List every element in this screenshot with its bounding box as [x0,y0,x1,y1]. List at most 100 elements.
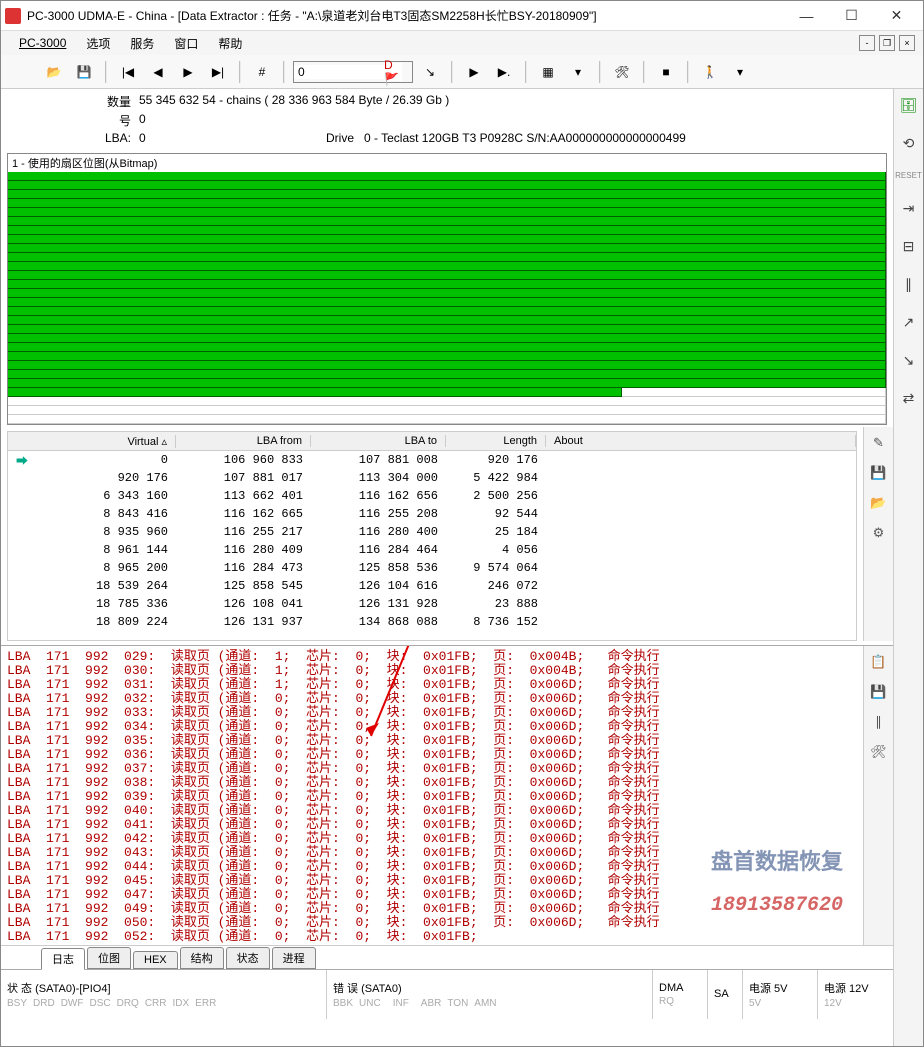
toolbar-next-icon[interactable]: ▶ [175,59,201,85]
minimize-button[interactable]: ― [784,2,829,30]
new-doc-icon[interactable]: ✎ [869,433,889,453]
bitmap-row[interactable] [8,370,886,379]
log-tool-icon[interactable]: 🛠 [869,742,889,762]
menu-pc3000[interactable]: PC-3000 [9,34,76,52]
bitmap-row[interactable] [8,271,886,280]
bitmap-row[interactable] [8,235,886,244]
log-copy-icon[interactable]: 📋 [869,652,889,672]
toolbar-gridview-icon[interactable]: ▦ [535,59,561,85]
bitmap-row[interactable] [8,379,886,388]
bitmap-row[interactable] [8,316,886,325]
bitmap-row[interactable] [8,307,886,316]
config-icon[interactable]: ⚙ [869,523,889,543]
bitmap-row[interactable] [8,361,886,370]
maximize-button[interactable]: ☐ [829,2,874,30]
tab-status[interactable]: 状态 [226,947,270,969]
toolbar-tools-icon[interactable]: 🛠 [609,59,635,85]
bitmap-row[interactable] [8,199,886,208]
address-field[interactable] [294,65,384,79]
toolbar-exit-icon[interactable]: 🚶 [697,59,723,85]
toolbar-address-input[interactable]: D🚩 [293,61,413,83]
bitmap-row[interactable] [8,298,886,307]
col-lbato[interactable]: LBA to [311,435,446,447]
flag-icon[interactable]: D🚩 [384,63,402,81]
menu-help[interactable]: 帮助 [208,33,252,54]
table-row[interactable]: 6 343 160113 662 401116 162 6562 500 256 [8,487,856,505]
bitmap-row[interactable] [8,217,886,226]
tab-process[interactable]: 进程 [272,947,316,969]
close-button[interactable]: ✕ [874,2,919,30]
side-arrow-icon[interactable]: ↘ [899,350,919,370]
tab-log[interactable]: 日志 [41,948,85,970]
table-row[interactable]: 8 961 144116 280 409116 284 4644 056 [8,541,856,559]
menu-service[interactable]: 服务 [120,33,164,54]
bitmap-row[interactable] [8,325,886,334]
bitmap-row[interactable] [8,289,886,298]
col-virtual[interactable]: Virtual ▵ [26,435,176,448]
bitmap-row[interactable] [8,253,886,262]
bitmap-row[interactable] [8,208,886,217]
toolbar-open-icon[interactable]: 📂 [41,59,67,85]
col-length[interactable]: Length [446,435,546,447]
bitmap-row[interactable] [8,343,886,352]
col-about[interactable]: About [546,435,856,447]
toolbar-play-icon[interactable]: ▶ [461,59,487,85]
bitmap-row[interactable] [8,352,886,361]
side-tool1-icon[interactable]: ⇥ [899,198,919,218]
bitmap-row[interactable] [8,181,886,190]
side-tool2-icon[interactable]: ⊟ [899,236,919,256]
table-row[interactable]: 8 843 416116 162 665116 255 20892 544 [8,505,856,523]
col-lbafrom[interactable]: LBA from [176,435,311,447]
save-disk-icon[interactable]: 💾 [869,463,889,483]
toolbar-dropdown-icon[interactable]: ▾ [565,59,591,85]
menu-window[interactable]: 窗口 [164,33,208,54]
bitmap-row[interactable] [8,244,886,253]
child-minimize-icon[interactable]: - [859,35,875,51]
toolbar-first-icon[interactable]: |◀ [115,59,141,85]
menu-options[interactable]: 选项 [76,33,120,54]
log-save-icon[interactable]: 💾 [869,682,889,702]
bitmap-row[interactable] [8,334,886,343]
db-refresh-icon[interactable]: 🗄 [899,95,919,115]
table-row[interactable]: 8 965 200116 284 473125 858 5369 574 064 [8,559,856,577]
bitmap-row[interactable] [8,190,886,199]
toolbar-playalt-icon[interactable]: ▶. [491,59,517,85]
bitmap-row[interactable] [8,406,886,415]
bitmap-panel[interactable]: 1 - 使用的扇区位图(从Bitmap) [7,153,887,425]
reset-icon[interactable]: ⟲ [899,133,919,153]
toolbar-save-icon[interactable]: 💾 [71,59,97,85]
toolbar-last-icon[interactable]: ▶| [205,59,231,85]
side-pause-icon[interactable]: ∥ [899,274,919,294]
side-connect-icon[interactable]: ⇄ [899,388,919,408]
table-row[interactable]: 18 539 264125 858 545126 104 616246 072 [8,577,856,595]
bitmap-row[interactable] [8,397,886,406]
table-row[interactable]: ⮕0106 960 833107 881 008920 176 [8,451,856,469]
log-pane[interactable]: LBA 171 992 029: 读取页 (通道: 1; 芯片: 0; 块: 0… [1,646,863,945]
bitmap-row[interactable] [8,226,886,235]
tab-bitmap[interactable]: 位图 [87,947,131,969]
side-share-icon[interactable]: ↗ [899,312,919,332]
toolbar-dropdown2-icon[interactable]: ▾ [727,59,753,85]
bitmap-row[interactable] [8,262,886,271]
open-folder-icon[interactable]: 📂 [869,493,889,513]
log-pause-icon[interactable]: ∥ [869,712,889,732]
bitmap-row[interactable] [8,388,886,397]
toolbar-go-icon[interactable]: ↘ [417,59,443,85]
bitmap-row[interactable] [8,280,886,289]
table-row[interactable]: 18 809 224126 131 937134 868 0888 736 15… [8,613,856,631]
bitmap-row[interactable] [8,172,886,181]
table-header[interactable]: Virtual ▵ LBA from LBA to Length About [7,431,857,451]
table-row[interactable]: 920 176107 881 017113 304 0005 422 984 [8,469,856,487]
bitmap-row[interactable] [8,415,886,424]
extent-table[interactable]: ⮕0106 960 833107 881 008920 176920 17610… [7,451,857,641]
bitmap-grid[interactable] [8,172,886,424]
tab-hex[interactable]: HEX [133,951,178,969]
toolbar-prev-icon[interactable]: ◀ [145,59,171,85]
table-row[interactable]: 8 935 960116 255 217116 280 40025 184 [8,523,856,541]
child-close-icon[interactable]: × [899,35,915,51]
tab-struct[interactable]: 结构 [180,947,224,969]
toolbar-stop-icon[interactable]: ■ [653,59,679,85]
toolbar-grid-icon[interactable]: # [249,59,275,85]
table-row[interactable]: 18 785 336126 108 041126 131 92823 888 [8,595,856,613]
child-restore-icon[interactable]: ❐ [879,35,895,51]
